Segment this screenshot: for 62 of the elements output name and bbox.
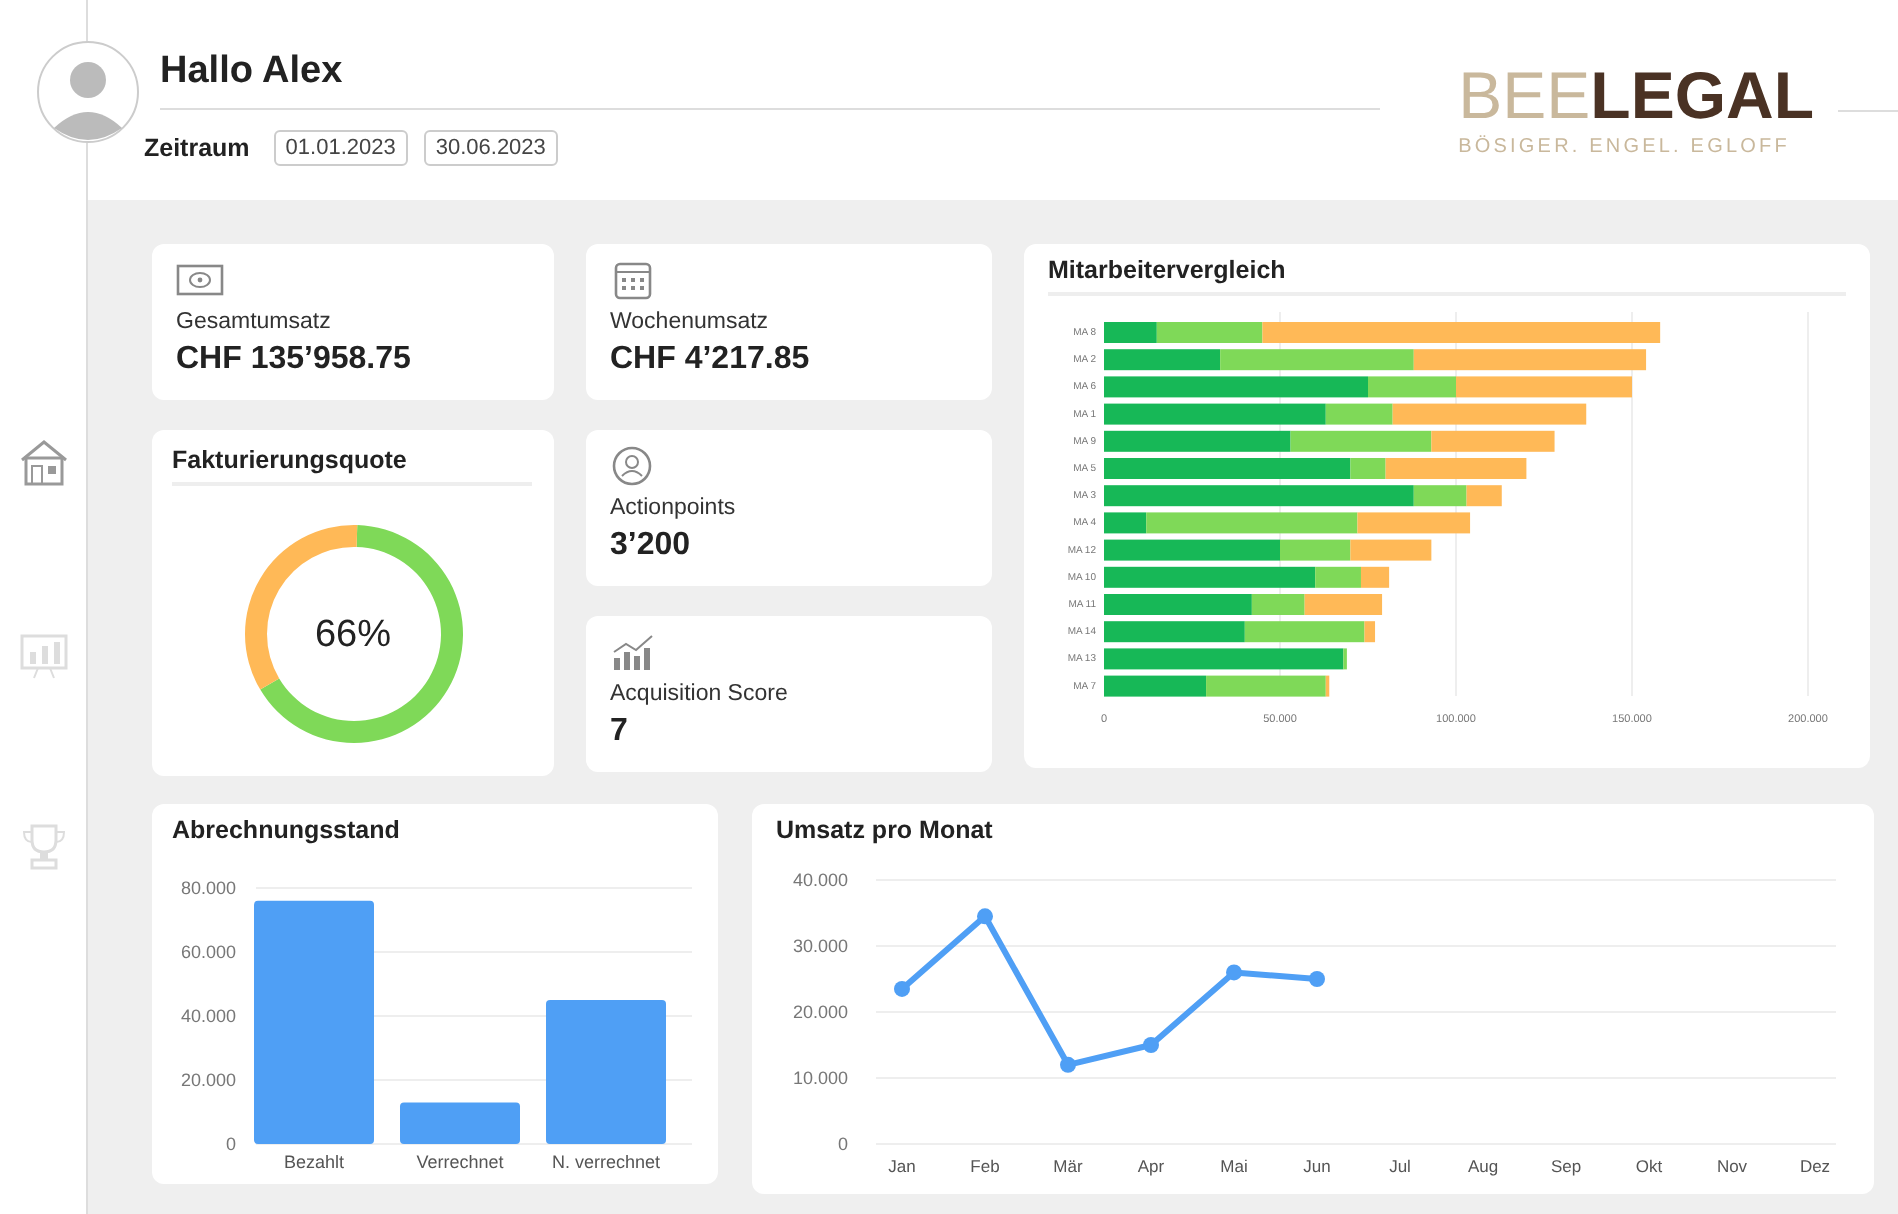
axis-label: Sep (1550, 1156, 1582, 1176)
data-point (1309, 971, 1325, 987)
data-point (894, 980, 910, 997)
card-title: Abrechnungsstand (172, 816, 402, 844)
logo-wordmark: BEELEGAL (1458, 60, 1814, 132)
bar (1290, 430, 1432, 452)
date-field[interactable]: 01.01.2023 (273, 130, 408, 166)
bar (1104, 675, 1207, 697)
bar (546, 1000, 666, 1144)
logo-tagline: BÖSIGER. ENGEL. EGLOFF (1458, 136, 1792, 158)
kpi-label: Wochenumsatz (610, 310, 771, 334)
card-title: Umsatz pro Monat (776, 816, 995, 844)
trophy-icon[interactable] (17, 820, 69, 872)
axis-label: 20.000 (180, 1070, 236, 1090)
axis-label: Jun (1303, 1156, 1331, 1176)
axis-label: Okt (1635, 1156, 1663, 1176)
kpi-label: Gesamtumsatz (176, 310, 333, 334)
bar (1350, 539, 1432, 561)
axis-label: Nov (1716, 1156, 1748, 1176)
bar (1431, 430, 1555, 452)
avatar-icon (36, 40, 140, 144)
kpi-value: CHF 4’217.85 (610, 342, 812, 378)
card-title: Fakturierungsquote (172, 446, 532, 486)
axis-label: 10.000 (792, 1068, 848, 1088)
axis-label: Aug (1467, 1156, 1499, 1176)
kpi-value: CHF 135’958.75 (176, 342, 413, 378)
axis-label: Dez (1799, 1156, 1831, 1176)
banknote-icon (176, 260, 224, 300)
axis-label: Verrechnet (416, 1152, 504, 1172)
data-point (1226, 964, 1242, 981)
axis-label: Feb (970, 1156, 1000, 1176)
axis-label: 0 (837, 1134, 848, 1154)
axis-label: 40.000 (792, 870, 848, 890)
period-label: Zeitraum (144, 134, 250, 162)
kpi-value: 7 (610, 714, 630, 750)
card-title: Mitarbeitervergleich (1048, 256, 1846, 296)
axis-label: 20.000 (792, 1002, 848, 1022)
data-point (1060, 1056, 1076, 1073)
axis-label: 60.000 (180, 942, 236, 962)
axis-label: Bezahlt (283, 1152, 345, 1172)
axis-label: Apr (1137, 1156, 1165, 1176)
bar (1104, 621, 1245, 643)
kpi-label: Actionpoints (610, 496, 738, 520)
kpi-label: Acquisition Score (610, 682, 790, 706)
axis-label: Mai (1220, 1156, 1248, 1176)
growth-chart-icon (610, 632, 658, 672)
axis-label: Mär (1053, 1156, 1083, 1176)
bar (400, 1102, 520, 1144)
data-point (977, 908, 993, 925)
kpi-value: 3’200 (610, 528, 693, 564)
axis-label: 80.000 (180, 878, 236, 898)
donut-value: 66% (314, 614, 392, 658)
axis-label: Jul (1389, 1156, 1411, 1176)
data-point (1143, 1037, 1159, 1053)
house-icon[interactable] (17, 436, 69, 488)
axis-label: 40.000 (180, 1006, 236, 1026)
axis-label: 0 (225, 1134, 236, 1154)
date-field[interactable]: 30.06.2023 (423, 130, 558, 166)
axis-label: N. verrechnet (551, 1152, 661, 1172)
greeting: Hallo Alex (160, 50, 1380, 110)
axis-label: Jan (888, 1156, 916, 1176)
axis-label: 30.000 (792, 936, 848, 956)
